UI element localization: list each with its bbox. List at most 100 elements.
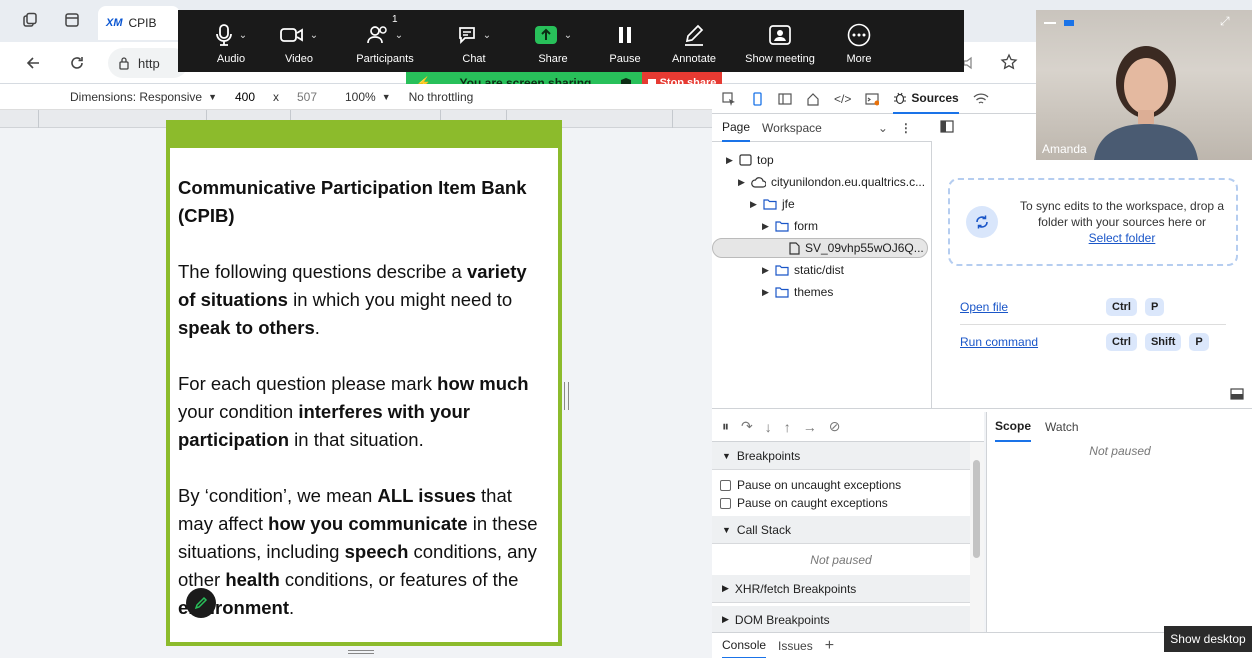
network-icon[interactable]: [973, 92, 989, 106]
breakpoints-section[interactable]: ▼ Breakpoints: [712, 442, 970, 470]
kebab-menu-icon[interactable]: ⋮: [900, 121, 912, 135]
tab-sources[interactable]: Sources: [893, 84, 959, 114]
microphone-icon: [215, 24, 232, 46]
audio-button[interactable]: ⌄ Audio: [200, 10, 262, 72]
tree-item-domain[interactable]: ▶ cityunilondon.eu.qualtrics.c...: [738, 172, 925, 192]
site-info-icon[interactable]: [118, 56, 130, 70]
viewport-bottom-resize-handle[interactable]: [348, 650, 374, 654]
debugger-toolbar: ⏸ ↷ ↓ ↑ → ⊘: [712, 412, 984, 442]
pause-uncaught-checkbox[interactable]: Pause on uncaught exceptions: [720, 478, 901, 492]
triangle-down-icon[interactable]: ▼: [208, 92, 217, 102]
tab-actions-icon[interactable]: [64, 12, 80, 28]
tree-item-themes[interactable]: ▶ themes: [762, 282, 833, 302]
elements-icon[interactable]: </>: [834, 92, 851, 106]
more-icon: [847, 23, 871, 47]
panel-icon[interactable]: [778, 92, 792, 106]
minimize-icon[interactable]: [1044, 22, 1056, 24]
tab-watch[interactable]: Watch: [1045, 420, 1079, 434]
tab-title: CPIB: [128, 16, 157, 30]
xm-favicon: XM: [106, 17, 123, 29]
favorite-star-icon[interactable]: [1000, 53, 1018, 71]
zoom-meeting-toolbar: ⌄ Audio ⌄ Video 1 ⌄ Participants ⌄ Chat …: [178, 10, 964, 72]
share-button[interactable]: ⌄ Share: [514, 10, 592, 72]
viewport-resize-handle[interactable]: [564, 382, 569, 410]
folder-icon: [775, 220, 789, 232]
shortcut-run-command: Run command Ctrl Shift P: [960, 333, 1226, 351]
file-icon: [789, 241, 800, 255]
step-icon[interactable]: →: [803, 419, 817, 435]
device-toggle-icon[interactable]: [750, 91, 764, 106]
tree-item-selected-file[interactable]: SV_09vhp55wOJ6Q...: [712, 238, 928, 258]
file-tree: ▶ top ▶ cityunilondon.eu.qualtrics.c... …: [712, 142, 932, 408]
tree-item-top[interactable]: ▶ top: [726, 150, 774, 170]
open-file-link[interactable]: Open file: [960, 300, 1106, 314]
zoom-select[interactable]: 100%: [345, 90, 376, 104]
console-icon[interactable]: [865, 92, 880, 106]
device-toolbar: Dimensions: Responsive ▼ x 100% ▼ No thr…: [0, 84, 712, 110]
tab-issues[interactable]: Issues: [778, 639, 813, 653]
browser-tab[interactable]: XM CPIB: [98, 6, 180, 40]
deactivate-breakpoints-icon[interactable]: ⊘: [829, 418, 841, 435]
select-folder-link[interactable]: Select folder: [1089, 231, 1156, 245]
sync-icon: [966, 206, 998, 238]
toggle-navigator-icon[interactable]: [940, 120, 954, 133]
tab-scope[interactable]: Scope: [995, 412, 1032, 442]
step-over-icon[interactable]: ↷: [741, 418, 753, 435]
chevron-down-icon[interactable]: ⌄: [483, 30, 491, 41]
tab-workspace[interactable]: Workspace: [762, 121, 822, 135]
chevron-down-icon[interactable]: ⌄: [878, 121, 888, 135]
show-meeting-button[interactable]: Show meeting: [730, 10, 830, 72]
step-out-icon[interactable]: ↑: [784, 419, 791, 435]
participant-name: Amanda: [1042, 142, 1087, 156]
home-icon[interactable]: [806, 92, 820, 106]
dom-breakpoints-section[interactable]: ▶ DOM Breakpoints: [712, 606, 970, 632]
annotate-button[interactable]: Annotate: [658, 10, 730, 72]
annotation-pencil-button[interactable]: [186, 588, 216, 618]
inspect-element-icon[interactable]: [722, 91, 736, 106]
run-command-link[interactable]: Run command: [960, 335, 1106, 349]
refresh-icon[interactable]: [68, 54, 86, 72]
participants-button[interactable]: 1 ⌄ Participants: [336, 10, 434, 72]
frame-icon: [739, 154, 752, 166]
times-sign: x: [272, 89, 279, 104]
plus-icon[interactable]: +: [825, 637, 834, 655]
xhr-breakpoints-section[interactable]: ▶ XHR/fetch Breakpoints: [712, 575, 970, 603]
step-into-icon[interactable]: ↓: [765, 419, 772, 435]
call-stack-section[interactable]: ▼ Call Stack: [712, 516, 970, 544]
chevron-down-icon[interactable]: ⌄: [239, 30, 247, 41]
toggle-debugger-icon[interactable]: [1230, 388, 1244, 400]
url-field[interactable]: http: [108, 48, 188, 78]
tree-item-jfe[interactable]: ▶ jfe: [750, 194, 795, 214]
more-button[interactable]: More: [830, 10, 888, 72]
triangle-down-icon[interactable]: ▼: [382, 92, 391, 102]
pause-share-button[interactable]: Pause: [592, 10, 658, 72]
workspaces-icon[interactable]: [22, 12, 38, 28]
chevron-down-icon[interactable]: ⌄: [310, 30, 318, 41]
chevron-down-icon[interactable]: ⌄: [564, 30, 572, 41]
throttling-select[interactable]: No throttling: [409, 90, 474, 104]
viewport-width-input[interactable]: [222, 89, 267, 104]
chevron-down-icon[interactable]: ⌄: [395, 30, 403, 41]
tree-item-static-dist[interactable]: ▶ static/dist: [762, 260, 844, 280]
resume-icon[interactable]: ⏸: [722, 418, 729, 435]
viewport-height-input[interactable]: [284, 89, 329, 104]
pause-caught-checkbox[interactable]: Pause on caught exceptions: [720, 496, 888, 510]
show-desktop-tooltip: Show desktop: [1164, 626, 1252, 652]
workspace-drop-zone[interactable]: To sync edits to the workspace, drop a f…: [948, 178, 1238, 266]
tab-page[interactable]: Page: [722, 114, 751, 142]
expand-icon[interactable]: ⤢: [1220, 14, 1230, 29]
folder-icon: [775, 286, 789, 298]
debugger-scrollbar[interactable]: [970, 442, 984, 632]
share-screen-icon: [534, 26, 557, 44]
video-view-icon[interactable]: [1064, 20, 1074, 26]
dimensions-select[interactable]: Dimensions: Responsive: [70, 90, 202, 104]
video-button[interactable]: ⌄ Video: [262, 10, 336, 72]
back-icon[interactable]: [24, 54, 42, 72]
participant-video-tile[interactable]: ⤢ Amanda: [1036, 10, 1252, 160]
survey-title: Communicative Participation Item Bank (C…: [178, 177, 527, 226]
tree-item-form[interactable]: ▶ form: [762, 216, 818, 236]
chat-button[interactable]: ⌄ Chat: [434, 10, 514, 72]
tab-console[interactable]: Console: [722, 633, 767, 658]
scrollbar-thumb[interactable]: [973, 460, 980, 558]
pencil-icon: [685, 24, 704, 46]
